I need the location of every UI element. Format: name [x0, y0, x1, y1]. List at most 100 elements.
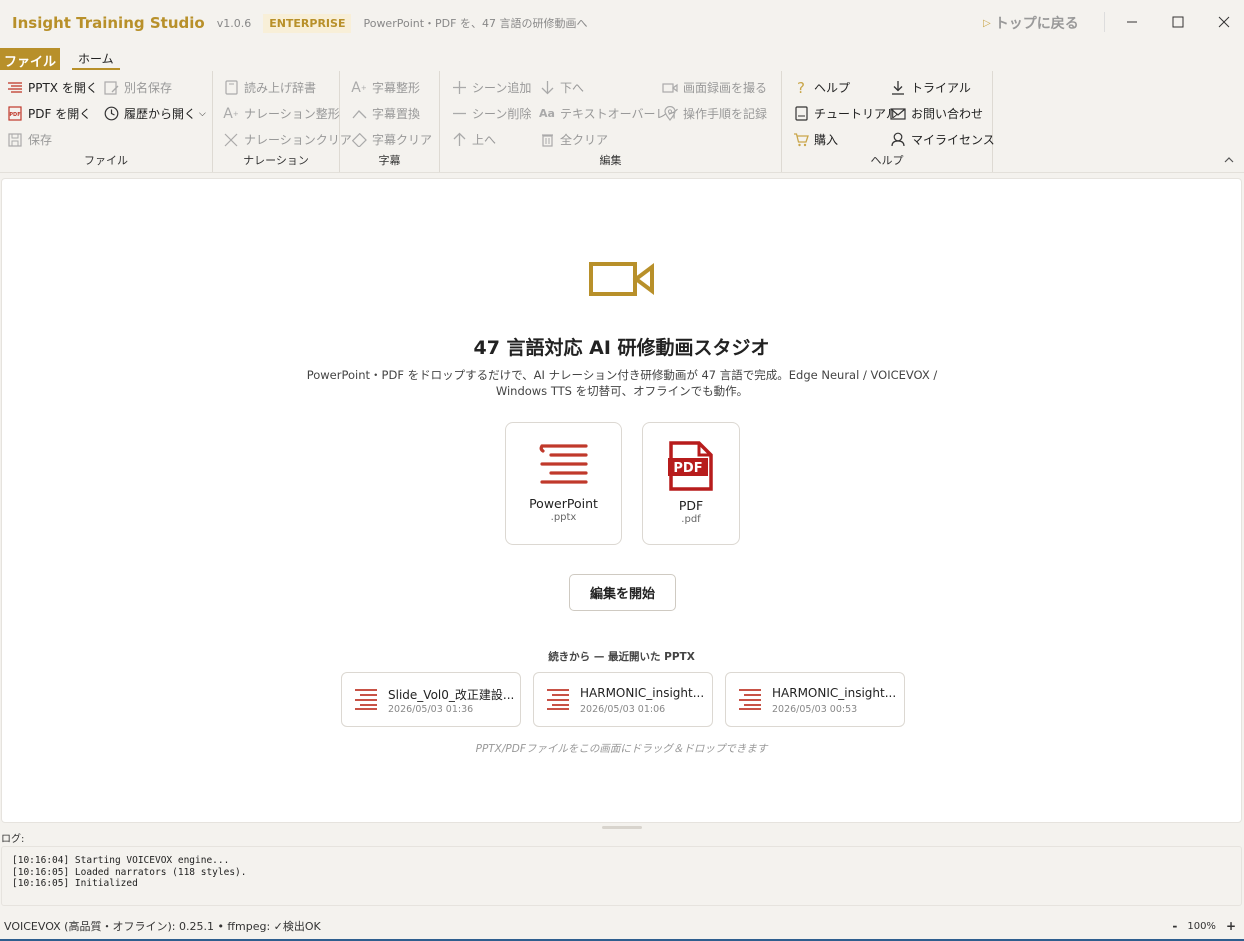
contact-button[interactable]: お問い合わせ [890, 105, 983, 122]
recent-files-title: 続きから — 最近開いた PPTX [548, 651, 695, 663]
subtitle-clear-button[interactable]: 字幕クリア [351, 131, 432, 148]
delete-scene-button[interactable]: シーン削除 [451, 105, 531, 122]
svg-text:PDF: PDF [673, 461, 702, 476]
save-as-label: 別名保存 [124, 81, 173, 95]
save-as-button[interactable]: 別名保存 [103, 79, 172, 96]
pptx-card[interactable]: PowerPoint .pptx [505, 422, 622, 545]
hero-description-line2: Windows TTS を切替可、オフラインでも動作。 [495, 384, 749, 398]
pdf-card-ext: .pdf [681, 514, 701, 525]
arrow-up-icon [451, 132, 467, 148]
open-pdf-button[interactable]: PDF PDF を開く [7, 105, 91, 122]
log-line: [10:16:04] Starting VOICEVOX engine... [12, 855, 230, 866]
back-to-top-label: トップに戻る [994, 16, 1079, 32]
open-pptx-button[interactable]: PPTX を開く [7, 79, 98, 96]
pdf-icon: PDF [7, 106, 23, 122]
chevron-down-icon: ⌵ [199, 108, 206, 119]
open-pdf-label: PDF を開く [28, 107, 92, 121]
video-icon [662, 80, 678, 96]
maximize-button[interactable] [1166, 10, 1190, 34]
recent-file-name: Slide_Vol0_改正建設... [388, 688, 514, 702]
open-history-button[interactable]: 履歴から開く ⌵ [103, 105, 206, 122]
pdf-card[interactable]: PDF PDF .pdf [642, 422, 740, 545]
pdf-card-name: PDF [678, 498, 704, 513]
close-icon [1218, 16, 1230, 28]
dictionary-button[interactable]: 読み上げ辞書 [223, 79, 316, 96]
clear-all-label: 全クリア [560, 133, 609, 147]
open-pptx-label: PPTX を開く [28, 81, 98, 95]
tutorial-button[interactable]: チュートリアル [793, 105, 898, 122]
pdf-icon: PDF [667, 441, 715, 494]
record-steps-button[interactable]: 操作手順を記録 [662, 105, 767, 122]
text-format-icon: A + [223, 105, 239, 122]
narration-shape-label: ナレーション整形 [244, 107, 340, 121]
dictionary-label: 読み上げ辞書 [244, 81, 317, 95]
start-editing-button[interactable]: 編集を開始 [569, 574, 676, 611]
svg-text:PDF: PDF [9, 112, 20, 118]
contact-label: お問い合わせ [911, 107, 984, 121]
subtitle-shape-button[interactable]: A + 字幕整形 [351, 79, 420, 96]
move-down-button[interactable]: 下へ [539, 79, 584, 96]
recent-file-item[interactable]: HARMONIC_insight... 2026/05/03 00:53 [725, 672, 905, 727]
drop-hint: PPTX/PDFファイルをこの画面にドラッグ＆ドロップできます [475, 743, 768, 755]
group-label-file: ファイル [84, 154, 128, 167]
purchase-label: 購入 [814, 133, 839, 147]
welcome-panel: 47 言語対応 AI 研修動画スタジオ PowerPoint・PDF をドロップ… [1, 178, 1242, 823]
minimize-button[interactable] [1120, 10, 1144, 34]
clear-all-button[interactable]: 全クリア [539, 131, 608, 148]
location-pin-icon [662, 106, 678, 122]
log-splitter[interactable] [602, 826, 642, 829]
question-icon: ? [797, 78, 805, 97]
app-name: Insight Training Studio [12, 14, 205, 32]
zoom-in-button[interactable]: + [1226, 919, 1236, 933]
ribbon-group-file: PPTX を開く PDF PDF を開く 保存 別名保存 履歴から開く ⌵ ファ… [0, 71, 213, 172]
book-icon [793, 106, 809, 122]
pptx-card-name: PowerPoint [529, 496, 598, 511]
zoom-level: 100% [1187, 920, 1216, 932]
video-camera-icon [589, 261, 655, 300]
group-label-narration: ナレーション [243, 154, 309, 167]
text-overlay-button[interactable]: Aa テキストオーバーレイ [539, 105, 680, 122]
plus-icon [451, 80, 467, 96]
play-icon: ▷ [983, 17, 991, 29]
ribbon-group-narration: 読み上げ辞書 A + ナレーション整形 ナレーションクリア ナレーション [213, 71, 352, 172]
move-up-button[interactable]: 上へ [451, 131, 496, 148]
log-output: [10:16:04] Starting VOICEVOX engine... [… [1, 846, 1242, 906]
add-scene-button[interactable]: シーン追加 [451, 79, 531, 96]
purchase-button[interactable]: 購入 [793, 131, 838, 148]
arrow-down-icon [539, 80, 555, 96]
save-as-icon [103, 80, 119, 96]
save-label: 保存 [28, 133, 53, 147]
move-up-label: 上へ [472, 133, 497, 147]
tab-file[interactable]: ファイル [0, 48, 61, 70]
collapse-ribbon-icon[interactable] [1224, 155, 1234, 166]
help-button[interactable]: ? ヘルプ [793, 78, 850, 97]
screen-record-button[interactable]: 画面録画を撮る [662, 79, 767, 96]
app-tagline: PowerPoint・PDF を、47 言語の研修動画へ [363, 17, 588, 30]
app-version: v1.0.6 [216, 16, 252, 30]
subtitle-replace-button[interactable]: 字幕置換 [351, 105, 420, 122]
close-button[interactable] [1212, 10, 1236, 34]
cart-icon [793, 132, 809, 148]
subtitle-clear-label: 字幕クリア [372, 133, 433, 147]
subtitle-shape-label: 字幕整形 [372, 81, 421, 95]
tutorial-label: チュートリアル [814, 107, 898, 121]
trial-button[interactable]: トライアル [890, 79, 971, 96]
recent-file-item[interactable]: HARMONIC_insight... 2026/05/03 01:06 [533, 672, 713, 727]
recent-file-item[interactable]: Slide_Vol0_改正建設... 2026/05/03 01:36 [341, 672, 521, 727]
ribbon: PPTX を開く PDF PDF を開く 保存 別名保存 履歴から開く ⌵ ファ… [0, 71, 1244, 173]
recent-file-date: 2026/05/03 00:53 [772, 704, 858, 715]
my-license-button[interactable]: マイライセンス [890, 131, 995, 148]
narration-clear-label: ナレーションクリア [244, 133, 352, 147]
trial-label: トライアル [911, 81, 971, 95]
zoom-out-button[interactable]: - [1172, 919, 1177, 933]
recent-file-name: HARMONIC_insight... [772, 686, 897, 700]
title-bar: Insight Training Studio v1.0.6 ENTERPRIS… [0, 0, 1244, 46]
narration-shape-button[interactable]: A + ナレーション整形 [223, 105, 340, 122]
save-button[interactable]: 保存 [7, 131, 52, 148]
tab-home[interactable]: ホーム [72, 48, 120, 70]
minus-icon [451, 106, 467, 122]
back-to-top-button[interactable]: ▷ トップに戻る [983, 13, 1079, 33]
subtitle-replace-label: 字幕置換 [372, 107, 421, 121]
narration-clear-button[interactable]: ナレーションクリア [223, 131, 352, 148]
group-label-subtitle: 字幕 [378, 154, 401, 167]
